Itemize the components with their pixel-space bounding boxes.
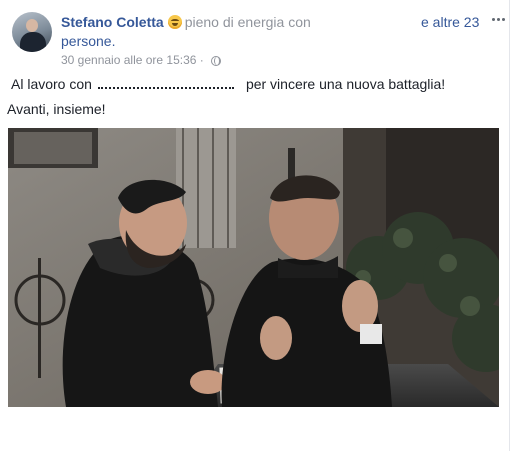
photo-illustration xyxy=(8,128,499,407)
author-avatar[interactable] xyxy=(12,12,52,52)
more-dot-icon xyxy=(492,18,495,21)
meta-separator: · xyxy=(199,53,204,67)
post-text-start: Al lavoro con xyxy=(11,76,92,92)
post-header: Stefano Coletta pieno di energia con xyxy=(61,13,451,32)
post-options-button[interactable] xyxy=(490,10,508,28)
more-dot-icon xyxy=(502,18,505,21)
post-text-end: per vincere una nuova battaglia! xyxy=(245,76,446,92)
author-name-link[interactable]: Stefano Coletta xyxy=(61,14,164,30)
timestamp-link[interactable]: 30 gennaio alle ore 15:36 xyxy=(61,53,196,67)
globe-icon[interactable] xyxy=(211,56,222,66)
post-photo[interactable] xyxy=(8,128,499,407)
post-text-line-1: Al lavoro con per vincere una nuova batta… xyxy=(11,75,445,94)
redacted-mention xyxy=(97,75,234,89)
avatar-body xyxy=(20,32,46,52)
feed-post: Stefano Coletta pieno di energia con e al… xyxy=(0,0,510,451)
tagged-others-link[interactable]: e altre 23 xyxy=(421,13,479,32)
tagged-people-text: persone. xyxy=(61,33,116,49)
post-text-line-2: Avanti, insieme! xyxy=(7,101,106,117)
grinning-face-emoji-icon xyxy=(167,15,182,29)
feeling-text: pieno di energia con xyxy=(184,14,311,30)
avatar-head xyxy=(26,19,38,32)
scrollbar-edge xyxy=(509,0,517,451)
more-dot-icon xyxy=(497,18,500,21)
post-meta: 30 gennaio alle ore 15:36 · xyxy=(61,53,222,67)
